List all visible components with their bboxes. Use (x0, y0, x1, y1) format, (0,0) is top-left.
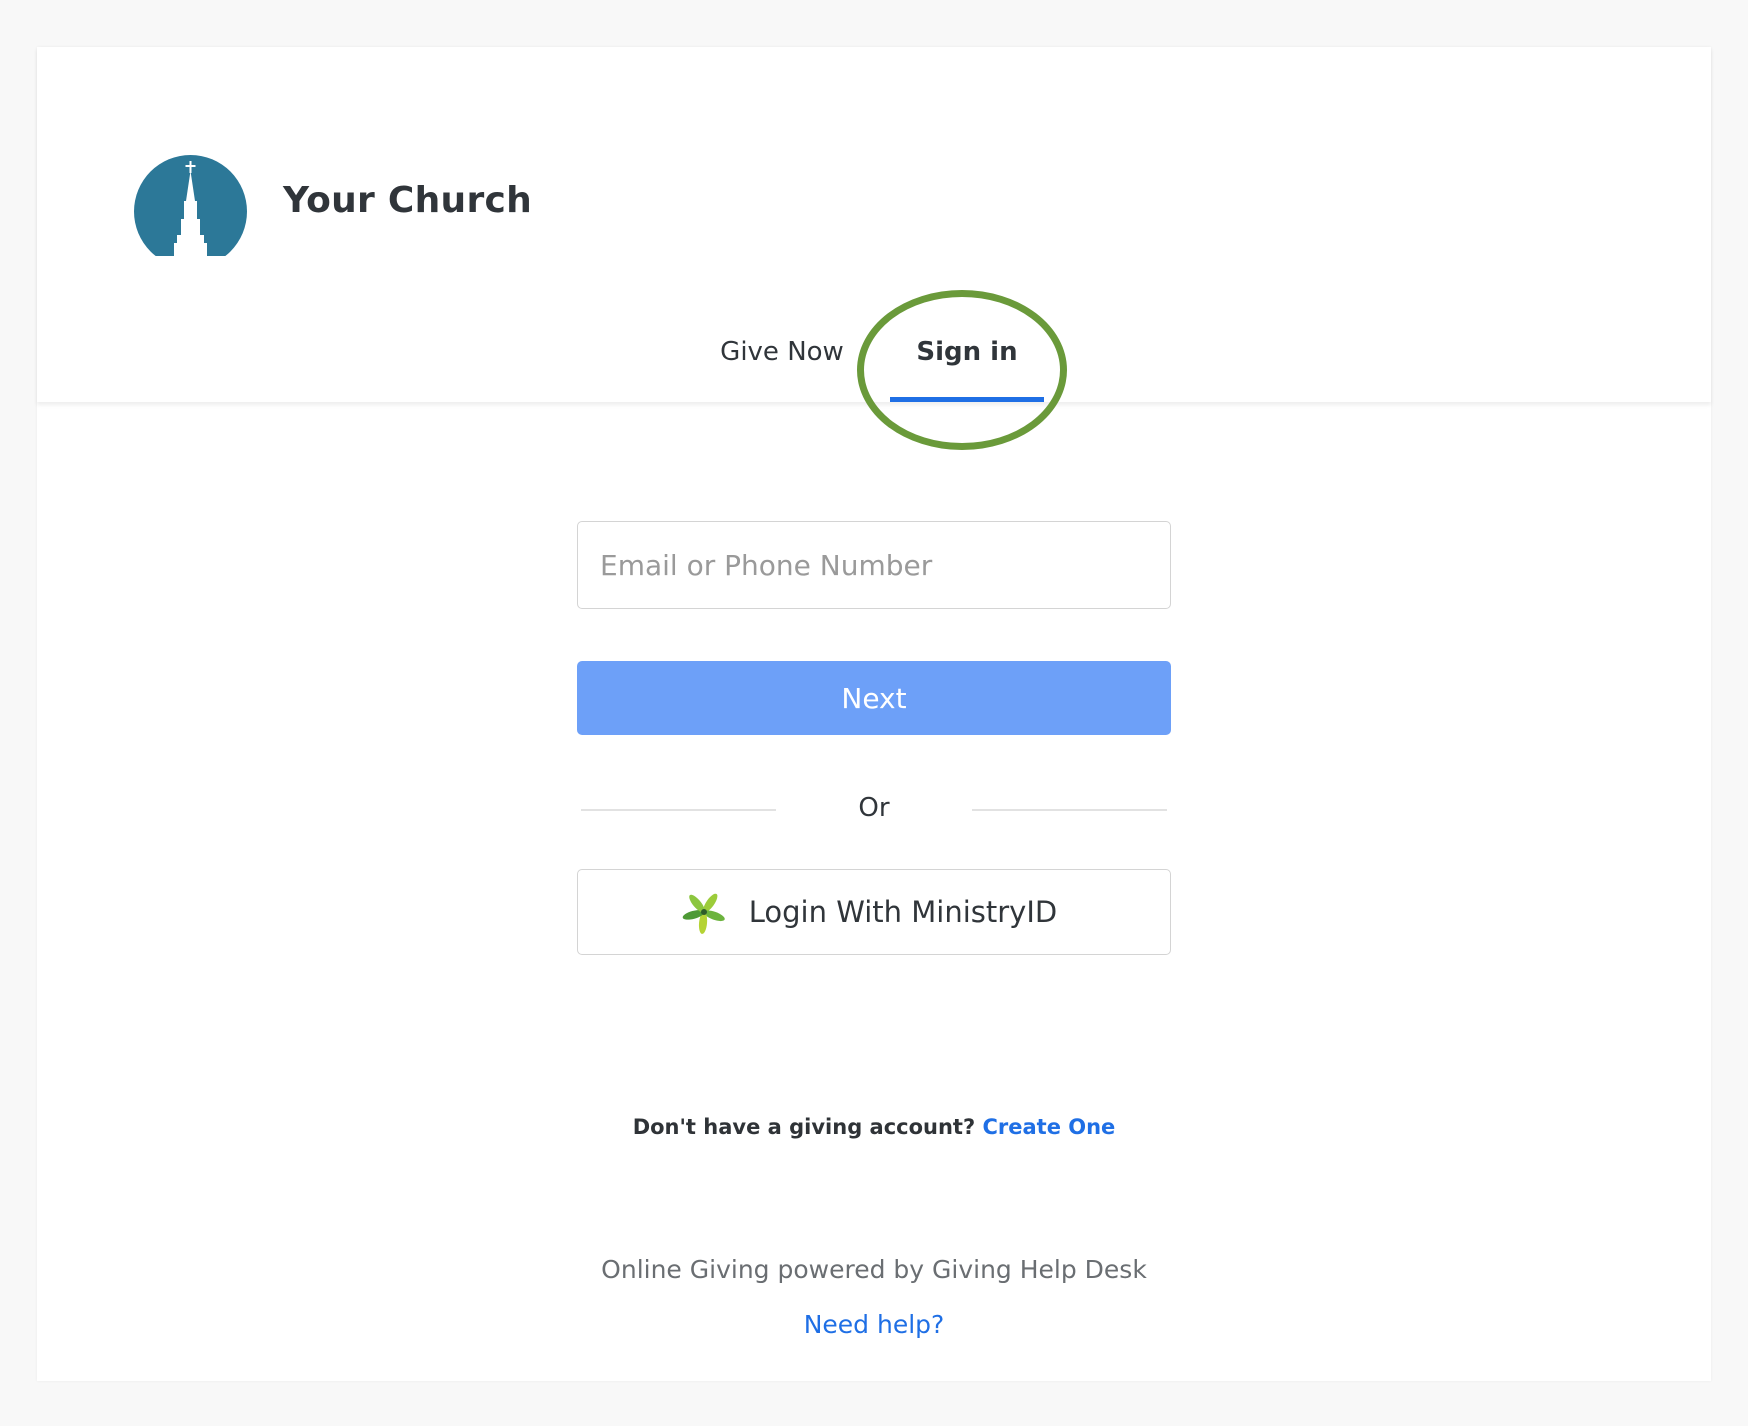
email-phone-input[interactable] (577, 521, 1171, 609)
tab-give-now[interactable]: Give Now (702, 337, 862, 402)
or-label: Or (858, 793, 890, 823)
church-name: Your Church (283, 180, 533, 221)
church-steeple-icon (134, 155, 247, 257)
divider-right (972, 809, 1167, 811)
create-account-line: Don't have a giving account? Create One (37, 1115, 1711, 1139)
next-button[interactable]: Next (577, 661, 1171, 735)
powered-by-text: Online Giving powered by Giving Help Des… (601, 1255, 1147, 1284)
ministryid-label: Login With MinistryID (748, 895, 1058, 929)
divider-left (581, 809, 776, 811)
help-container: Need help? (37, 1310, 1711, 1339)
page-header: Your Church Give Now Sign in (37, 47, 1711, 450)
tab-sign-in[interactable]: Sign in (890, 337, 1044, 402)
need-help-link[interactable]: Need help? (804, 1310, 945, 1339)
login-ministryid-button[interactable]: Login With MinistryID (577, 869, 1171, 955)
ministryid-leaf-icon (682, 893, 725, 934)
create-account-link[interactable]: Create One (982, 1115, 1115, 1139)
account-prompt: Don't have a giving account? (632, 1115, 976, 1139)
tab-bar: Give Now Sign in (37, 337, 1711, 402)
giving-card: Your Church Give Now Sign in Next Or Log… (37, 47, 1711, 1381)
